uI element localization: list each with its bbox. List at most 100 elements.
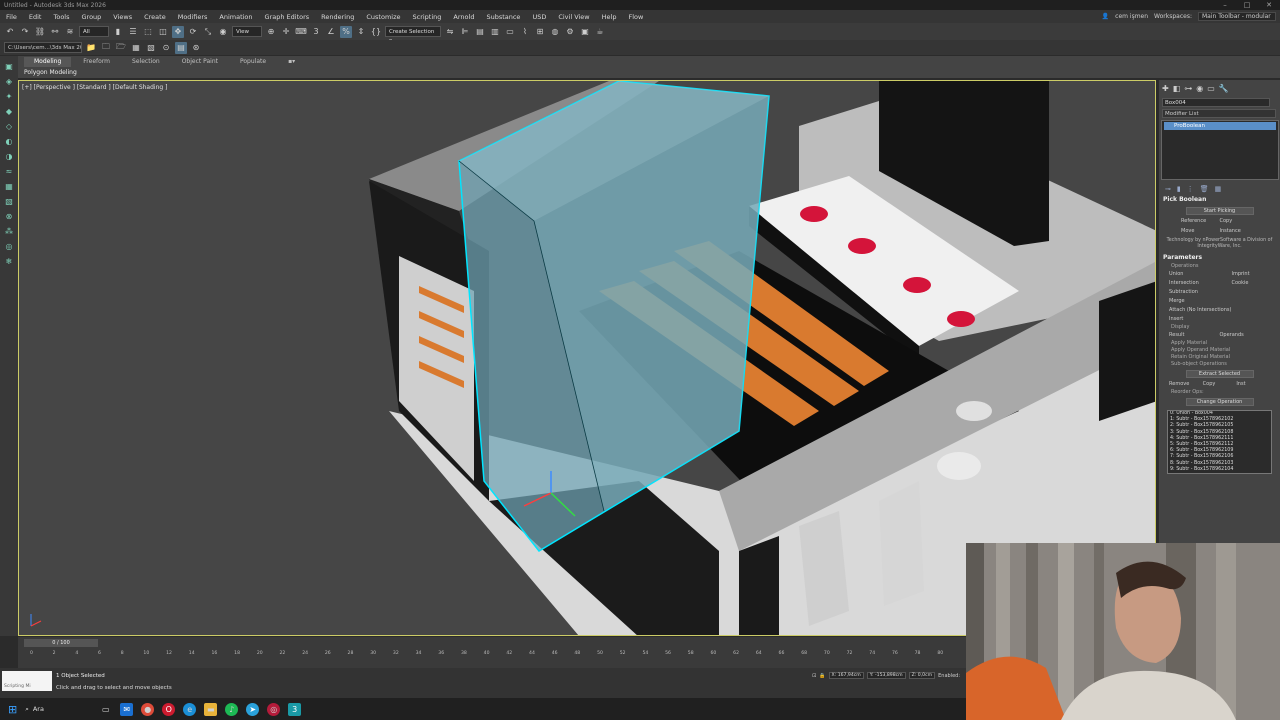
- extract-copy[interactable]: Copy: [1203, 380, 1237, 389]
- make-unique-icon[interactable]: ⋮: [1187, 185, 1194, 193]
- menu-edit[interactable]: Edit: [23, 13, 48, 21]
- menu-arnold[interactable]: Arnold: [447, 13, 480, 21]
- op-merge[interactable]: Merge: [1169, 297, 1231, 306]
- ribbon-toggle-icon[interactable]: ▭: [504, 26, 516, 38]
- maxscript-listener[interactable]: Scripting Mi: [2, 671, 52, 691]
- mirror-icon[interactable]: ⇋: [444, 26, 456, 38]
- tab-object-paint[interactable]: Object Paint: [172, 57, 228, 67]
- menu-file[interactable]: File: [0, 13, 23, 21]
- select-scale-icon[interactable]: ⤡: [202, 26, 214, 38]
- menu-customize[interactable]: Customize: [360, 13, 406, 21]
- taskbar-search[interactable]: ⌕ Ara: [25, 705, 91, 714]
- window-crossing-icon[interactable]: ◫: [157, 26, 169, 38]
- radio-instance[interactable]: Instance: [1220, 227, 1259, 236]
- menu-usd[interactable]: USD: [526, 13, 552, 21]
- angle-snap-icon[interactable]: ∠: [325, 26, 337, 38]
- radio-reference[interactable]: Reference: [1181, 217, 1220, 226]
- hierarchy-tab-icon[interactable]: ⊶: [1184, 84, 1192, 93]
- maximize-button[interactable]: □: [1236, 0, 1258, 10]
- menu-substance[interactable]: Substance: [480, 13, 526, 21]
- display-filter-icon[interactable]: ◈: [3, 75, 15, 87]
- scene-explorer-tool-icon[interactable]: ▣: [3, 60, 15, 72]
- menu-graph-editors[interactable]: Graph Editors: [259, 13, 316, 21]
- workspace-dropdown[interactable]: Main Toolbar - modular: [1198, 12, 1276, 21]
- spinner-snap-icon[interactable]: ⇕: [355, 26, 367, 38]
- op-union[interactable]: Union: [1169, 270, 1231, 279]
- extract-selected-button[interactable]: Extract Selected: [1185, 370, 1254, 378]
- task-view-icon[interactable]: ▭: [99, 703, 112, 716]
- isolate-icon[interactable]: ⊡: [812, 673, 816, 679]
- operands-list[interactable]: 0: Union - Box004 1: Subtr - Box15789621…: [1167, 410, 1272, 474]
- render-setup-icon[interactable]: ⚙: [564, 26, 576, 38]
- redo-icon[interactable]: ↷: [19, 26, 31, 38]
- davinci-icon[interactable]: ◎: [267, 702, 281, 716]
- configure-sets-icon[interactable]: ▦: [1215, 185, 1222, 193]
- unlink-icon[interactable]: ⚯: [49, 26, 61, 38]
- edit-named-selection-icon[interactable]: {}: [370, 26, 382, 38]
- object-name-field[interactable]: Box004: [1162, 98, 1270, 107]
- snaps-toggle-icon[interactable]: 3: [310, 26, 322, 38]
- op-insert[interactable]: Insert: [1169, 315, 1231, 324]
- ribbon-panel-label[interactable]: Polygon Modeling: [18, 67, 1280, 78]
- menu-rendering[interactable]: Rendering: [315, 13, 360, 21]
- tab-freeform[interactable]: Freeform: [73, 57, 120, 67]
- tab-selection[interactable]: Selection: [122, 57, 170, 67]
- layer-explorer-icon[interactable]: ▥: [489, 26, 501, 38]
- utilities-tab-icon[interactable]: 🔧: [1219, 84, 1229, 93]
- display-tab-icon[interactable]: ▭: [1207, 84, 1215, 93]
- extract-remove[interactable]: Remove: [1169, 380, 1203, 389]
- xref-icon[interactable]: ▧: [145, 42, 157, 54]
- menu-modifiers[interactable]: Modifiers: [172, 13, 214, 21]
- undo-icon[interactable]: ↶: [4, 26, 16, 38]
- select-object-icon[interactable]: ▮: [112, 26, 124, 38]
- retain-original-material-radio[interactable]: Retain Original Material: [1159, 354, 1280, 361]
- select-manipulate-icon[interactable]: ✛: [280, 26, 292, 38]
- open-folder-icon[interactable]: 🗀: [100, 42, 112, 54]
- motion-tab-icon[interactable]: ◉: [1196, 84, 1203, 93]
- start-picking-button[interactable]: Start Picking: [1185, 207, 1254, 215]
- menu-animation[interactable]: Animation: [213, 13, 258, 21]
- keyboard-shortcut-icon[interactable]: ⌨: [295, 26, 307, 38]
- windows-start-icon[interactable]: ⊞: [8, 703, 17, 716]
- list-item[interactable]: 9: Subtr - Box1578962104: [1168, 467, 1271, 473]
- bind-space-warp-icon[interactable]: ≋: [64, 26, 76, 38]
- menu-tools[interactable]: Tools: [47, 13, 75, 21]
- link-icon[interactable]: ⛓: [34, 26, 46, 38]
- display-operands[interactable]: Operands: [1220, 331, 1271, 340]
- select-move-icon[interactable]: ✥: [172, 25, 184, 38]
- op-cookie[interactable]: Cookie: [1231, 279, 1270, 288]
- scene-explorer-icon[interactable]: ▤: [474, 26, 486, 38]
- save-folder-icon[interactable]: 🗁: [115, 42, 127, 54]
- rect-selection-icon[interactable]: ⬚: [142, 26, 154, 38]
- menu-civil-view[interactable]: Civil View: [552, 13, 595, 21]
- curve-editor-icon[interactable]: ⌇: [519, 26, 531, 38]
- display-result[interactable]: Result: [1169, 331, 1220, 340]
- geometry-filter-icon[interactable]: ◆: [3, 105, 15, 117]
- parameters-rollout[interactable]: Parameters: [1159, 252, 1280, 263]
- project-folder-icon[interactable]: 📁: [85, 42, 97, 54]
- schematic-view-icon[interactable]: ⊞: [534, 26, 546, 38]
- close-button[interactable]: ✕: [1258, 0, 1280, 10]
- change-operation-button[interactable]: Change Operation: [1185, 398, 1254, 406]
- selection-filter-dropdown[interactable]: All: [79, 26, 109, 37]
- percent-snap-icon[interactable]: %: [340, 25, 352, 38]
- bone-filter-icon[interactable]: ⊗: [3, 210, 15, 222]
- opera-icon[interactable]: O: [162, 702, 176, 716]
- reference-coordinate-dropdown[interactable]: View: [232, 26, 262, 37]
- particle-filter-icon[interactable]: ⁂: [3, 225, 15, 237]
- asset-icon[interactable]: ⊙: [160, 42, 172, 54]
- outlook-icon[interactable]: ✉: [120, 702, 134, 716]
- freeze-filter-icon[interactable]: ❄: [3, 255, 15, 267]
- track-bar[interactable]: 0 2 4 6 8 10 12 14 16 18 20 22 24 26 28 30 32 34 36 38 40 42 4…: [30, 651, 964, 665]
- radio-copy[interactable]: Copy: [1220, 217, 1259, 226]
- menu-create[interactable]: Create: [138, 13, 172, 21]
- radio-move[interactable]: Move: [1181, 227, 1220, 236]
- 3dsmax-icon[interactable]: 3: [288, 702, 302, 716]
- camera-filter-icon[interactable]: ◐: [3, 135, 15, 147]
- viewport-layout-icon[interactable]: ▤: [175, 41, 187, 54]
- viewport-label[interactable]: [+] [Perspective ] [Standard ] [Default …: [22, 84, 167, 91]
- named-selection-dropdown[interactable]: Create Selection Se: [385, 26, 441, 45]
- x-coordinate[interactable]: X: 167,94cm: [828, 672, 864, 679]
- chrome-icon[interactable]: ●: [141, 702, 155, 716]
- container-icon[interactable]: ▦: [130, 42, 142, 54]
